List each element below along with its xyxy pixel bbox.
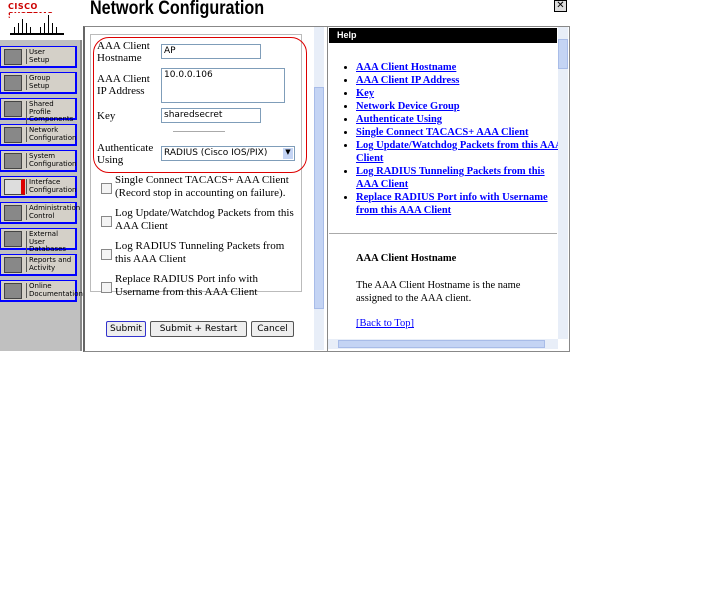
authenticate-value: RADIUS (Cisco IOS/PIX): [164, 148, 268, 158]
cisco-logo: Cisco Systems: [8, 2, 70, 38]
label: Configuration: [29, 133, 77, 142]
log-update-label: Log Update/Watchdog Packets from this AA…: [115, 207, 294, 232]
reports-icon: [4, 257, 22, 273]
ip-address-textarea[interactable]: 10.0.0.106: [161, 68, 285, 103]
back-to-top-link[interactable]: [Back to Top]: [356, 318, 414, 329]
sidebar-item-online-documentation[interactable]: Online Documentation: [0, 280, 83, 302]
documentation-icon: [4, 283, 22, 299]
label: Control: [29, 211, 55, 220]
help-link[interactable]: Single Connect TACACS+ AAA Client: [356, 127, 528, 138]
scrollbar-thumb[interactable]: [558, 39, 568, 69]
log-update-checkbox[interactable]: [101, 216, 112, 227]
label: Setup: [29, 81, 50, 90]
log-radius-tunneling-checkbox[interactable]: [101, 249, 112, 260]
divider: [329, 233, 557, 234]
sidebar-item-administration-control[interactable]: Administration Control: [0, 202, 80, 224]
label: Setup: [29, 55, 50, 64]
sidebar-item-shared-profile[interactable]: Shared Profile Components: [0, 98, 77, 124]
help-section-text: The AAA Client Hostname is the name assi…: [356, 280, 521, 304]
page-title: Network Configuration: [90, 0, 265, 19]
help-link[interactable]: AAA Client IP Address: [356, 75, 459, 86]
authenticate-select[interactable]: RADIUS (Cisco IOS/PIX) ▼: [161, 146, 295, 161]
list-item: AAA Client IP Address: [356, 74, 568, 87]
sidebar-item-network-configuration[interactable]: Network Configuration: [0, 124, 77, 146]
label: Shared Profile: [29, 100, 54, 116]
list-item: Key: [356, 87, 568, 100]
authenticate-label: Authenticate Using: [97, 142, 154, 166]
help-vertical-scrollbar[interactable]: [558, 27, 568, 339]
divider: [173, 131, 225, 132]
label: Documentation: [29, 289, 83, 298]
help-link[interactable]: Replace RADIUS Port info with Username f…: [356, 192, 548, 216]
list-item: Authenticate Using: [356, 113, 568, 126]
user-icon: [4, 49, 22, 65]
label: Configuration: [29, 185, 77, 194]
help-link[interactable]: Key: [356, 88, 374, 99]
hostname-label: AAA Client Hostname: [97, 40, 150, 64]
main-frame: AAA Client Hostname AP AAA Client IP Add…: [83, 26, 328, 352]
help-section-title: AAA Client Hostname: [356, 253, 457, 264]
label: Databases: [29, 245, 67, 253]
sidebar-item-system-configuration[interactable]: System Configuration: [0, 150, 77, 172]
network-icon: [4, 127, 22, 143]
replace-radius-port-checkbox[interactable]: [101, 282, 112, 293]
list-item: Network Device Group: [356, 100, 568, 113]
label: Activity: [29, 263, 56, 272]
label: Components: [29, 115, 74, 123]
list-item: Single Connect TACACS+ AAA Client: [356, 126, 568, 139]
sidebar-item-external-user-databases[interactable]: External User Databases: [0, 228, 77, 254]
label: Configuration: [29, 159, 77, 168]
help-header: Help: [329, 28, 557, 43]
list-item: AAA Client Hostname: [356, 61, 568, 74]
sidebar: User Setup Group Setup Shared Profile Compo…: [0, 40, 83, 351]
label: External User: [29, 230, 59, 246]
list-item: Replace RADIUS Port info with Username f…: [356, 191, 568, 217]
hostname-input[interactable]: AP: [161, 44, 261, 59]
sidebar-item-group-setup[interactable]: Group Setup: [0, 72, 77, 94]
help-horizontal-scrollbar[interactable]: [328, 339, 558, 349]
submit-restart-button[interactable]: Submit + Restart: [150, 321, 247, 337]
list-item: Log Update/Watchdog Packets from this AA…: [356, 139, 568, 165]
help-link[interactable]: Network Device Group: [356, 101, 460, 112]
ip-address-label: AAA Client IP Address: [97, 73, 150, 97]
sidebar-item-user-setup[interactable]: User Setup: [0, 46, 77, 68]
gears-icon: [4, 101, 22, 117]
single-connect-label: Single Connect TACACS+ AAA Client (Recor…: [115, 174, 289, 199]
system-icon: [4, 153, 22, 169]
admin-icon: [4, 205, 22, 221]
submit-button[interactable]: Submit: [106, 321, 146, 337]
key-input[interactable]: sharedsecret: [161, 108, 261, 123]
help-link[interactable]: Authenticate Using: [356, 114, 442, 125]
database-icon: [4, 231, 22, 247]
cancel-button[interactable]: Cancel: [251, 321, 294, 337]
interface-icon: [4, 179, 25, 195]
scrollbar-thumb[interactable]: [314, 87, 324, 309]
sidebar-item-reports-activity[interactable]: Reports and Activity: [0, 254, 77, 276]
help-frame: Help AAA Client Hostname AAA Client IP A…: [327, 26, 570, 352]
close-icon[interactable]: ✕: [554, 0, 567, 12]
group-icon: [4, 75, 22, 91]
help-link[interactable]: AAA Client Hostname: [356, 62, 456, 73]
help-link[interactable]: Log Update/Watchdog Packets from this AA…: [356, 140, 563, 164]
single-connect-checkbox[interactable]: [101, 183, 112, 194]
main-scrollbar[interactable]: [314, 27, 324, 350]
key-label: Key: [97, 110, 116, 122]
chevron-down-icon: ▼: [283, 148, 293, 159]
help-link[interactable]: Log RADIUS Tunneling Packets from this A…: [356, 166, 545, 190]
list-item: Log RADIUS Tunneling Packets from this A…: [356, 165, 568, 191]
scrollbar-thumb[interactable]: [338, 340, 545, 348]
replace-radius-port-label: Replace RADIUS Port info with Username f…: [115, 273, 258, 298]
log-radius-tunneling-label: Log RADIUS Tunneling Packets from this A…: [115, 240, 285, 265]
help-links: AAA Client Hostname AAA Client IP Addres…: [342, 61, 568, 217]
sidebar-item-interface-configuration[interactable]: Interface Configuration: [0, 176, 77, 198]
